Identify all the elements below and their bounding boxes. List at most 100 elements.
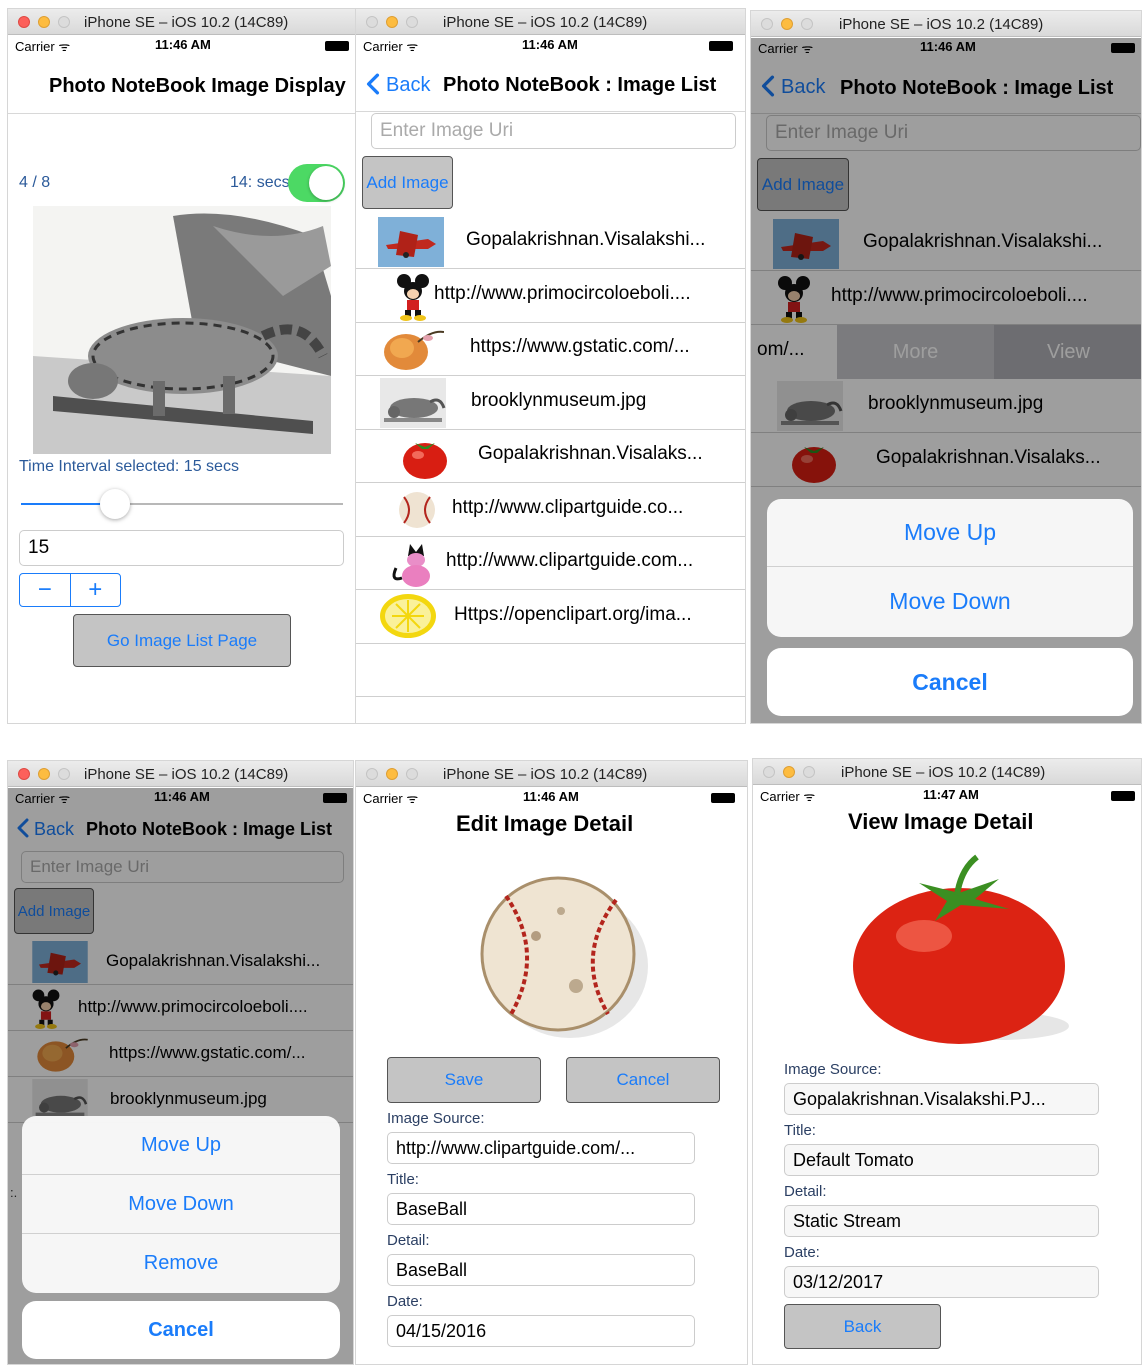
carrier-label: Carrier ᯤ [15,39,71,54]
date-field[interactable]: 04/15/2016 [387,1315,695,1347]
save-button[interactable]: Save [387,1057,541,1103]
ocelot-icon [380,378,446,428]
close-dot-icon[interactable] [18,16,30,28]
remove-button[interactable]: Remove [22,1234,340,1293]
list-item-label: Https://openclipart.org/ima... [454,603,692,625]
stepper-decrement-button[interactable]: − [20,574,71,606]
list-item[interactable]: http://www.clipartguide.co... [356,483,745,537]
cancel-button[interactable]: Cancel [566,1057,720,1103]
interval-slider[interactable] [21,489,343,519]
title-label: Title: [387,1171,419,1188]
detail-label: Detail: [387,1232,430,1249]
status-bar: Carrier ᯤ 11:47 AM [753,786,1141,804]
minimize-dot-icon[interactable] [781,18,793,30]
action-sheet: Move Up Move Down [767,499,1133,637]
list-item-label: Gopalakrishnan.Visalaks... [478,443,703,464]
close-dot-icon[interactable] [761,18,773,30]
window-title: iPhone SE – iOS 10.2 (14C89) [443,14,648,31]
cat-icon [380,538,446,588]
interval-input[interactable]: 15 [19,530,344,566]
lemon-icon [378,592,444,642]
title-field[interactable]: BaseBall [387,1193,695,1225]
list-item-label: http://www.clipartguide.co... [452,496,684,518]
list-item[interactable]: http://www.primocircoloeboli.... [356,269,745,323]
zoom-dot-icon[interactable] [801,18,813,30]
titlebar: iPhone SE – iOS 10.2 (14C89) [753,759,1141,785]
image-uri-input[interactable]: Enter Image Uri [371,113,736,149]
cancel-button[interactable]: Cancel [767,648,1133,716]
source-label: Image Source: [387,1110,485,1127]
zoom-dot-icon[interactable] [58,768,70,780]
autoplay-switch[interactable] [288,164,345,202]
add-image-button[interactable]: Add Image [362,156,453,209]
list-item-label: https://www.gstatic.com/... [470,336,690,357]
chevron-left-icon [366,73,380,95]
title-label: Title: [784,1122,816,1139]
minimize-dot-icon[interactable] [38,768,50,780]
titlebar: iPhone SE – iOS 10.2 (14C89) [356,9,745,35]
clock: 11:46 AM [523,789,579,804]
slider-thumb[interactable] [99,489,130,519]
clock: 11:46 AM [155,37,211,52]
zoom-dot-icon[interactable] [58,16,70,28]
source-label: Image Source: [784,1061,882,1078]
empty-row [356,643,745,697]
close-dot-icon[interactable] [366,768,378,780]
battery-icon [325,41,349,51]
cancel-button[interactable]: Cancel [22,1301,340,1359]
wifi-icon: ᯤ [58,39,71,54]
stepper-increment-button[interactable]: + [71,574,121,606]
list-item[interactable]: brooklynmuseum.jpg [356,376,745,430]
minimize-dot-icon[interactable] [386,768,398,780]
close-dot-icon[interactable] [18,768,30,780]
close-dot-icon[interactable] [763,766,775,778]
go-image-list-button[interactable]: Go Image List Page [73,614,291,667]
zoom-dot-icon[interactable] [406,16,418,28]
sim-window-edit: iPhone SE – iOS 10.2 (14C89) Carrier ᯤ 1… [355,760,748,1365]
tomato-icon [392,431,458,481]
status-bar: Carrier ᯤ 11:46 AM [356,788,747,806]
title-field: Default Tomato [784,1144,1099,1176]
list-item[interactable]: Gopalakrishnan.Visalaks... [356,429,745,483]
tomato-image [853,854,1069,1044]
carrier-label: Carrier ᯤ [363,39,419,54]
list-item-label: http://www.primocircoloeboli.... [434,282,691,304]
move-down-button[interactable]: Move Down [22,1175,340,1234]
clock: 11:46 AM [522,37,578,52]
image-list: Gopalakrishnan.Visalakshi... http://www.p… [356,215,745,715]
source-field[interactable]: http://www.clipartguide.com/... [387,1132,695,1164]
baseball-icon [384,485,450,535]
list-item-label: http://www.clipartguide.com... [446,550,694,571]
minimize-dot-icon[interactable] [386,16,398,28]
wifi-icon: ᯤ [406,791,419,806]
back-button[interactable]: Back [366,73,430,97]
window-title: iPhone SE – iOS 10.2 (14C89) [839,16,1044,33]
minimize-dot-icon[interactable] [38,16,50,28]
titlebar: iPhone SE – iOS 10.2 (14C89) [8,9,355,35]
titlebar: iPhone SE – iOS 10.2 (14C89) [751,11,1141,37]
list-item[interactable]: Https://openclipart.org/ima... [356,590,745,644]
minimize-dot-icon[interactable] [783,766,795,778]
close-dot-icon[interactable] [366,16,378,28]
move-up-button[interactable]: Move Up [767,499,1133,567]
date-label: Date: [784,1244,820,1261]
baseball-image [480,876,648,1038]
list-item[interactable]: Gopalakrishnan.Visalakshi... [356,215,745,269]
image-counter: 4 / 8 [19,174,51,191]
page-title: Photo NoteBook Image Display [49,75,346,97]
sim-window-view: iPhone SE – iOS 10.2 (14C89) Carrier ᯤ 1… [752,758,1142,1365]
detail-field[interactable]: BaseBall [387,1254,695,1286]
interval-stepper: − + [19,573,121,607]
status-bar: Carrier ᯤ 11:46 AM [356,36,745,54]
zoom-dot-icon[interactable] [406,768,418,780]
move-up-button[interactable]: Move Up [22,1116,340,1175]
list-item[interactable]: https://www.gstatic.com/... [356,322,745,376]
status-bar: Carrier ᯤ 11:46 AM [8,36,355,54]
battery-icon [709,41,733,51]
move-down-button[interactable]: Move Down [767,567,1133,635]
battery-icon [711,793,735,803]
list-item[interactable]: http://www.clipartguide.com... [356,536,745,590]
zoom-dot-icon[interactable] [803,766,815,778]
back-button[interactable]: Back [784,1304,941,1349]
edge-text: :. [10,1185,18,1200]
